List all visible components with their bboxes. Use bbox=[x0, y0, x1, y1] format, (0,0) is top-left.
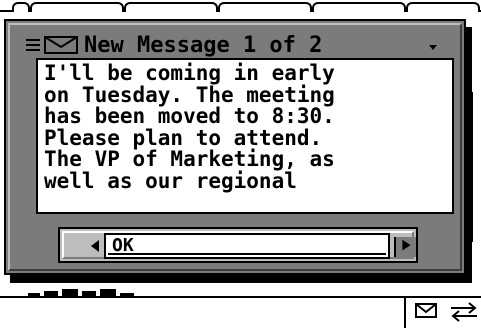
status-bar-divider bbox=[404, 298, 406, 328]
message-line: The VP of Marketing, as bbox=[44, 147, 335, 171]
message-line: on Tuesday. The meeting bbox=[44, 82, 335, 107]
message-line: Please plan to attend. bbox=[44, 125, 323, 150]
dialog-title: New Message 1 of 2 bbox=[84, 33, 323, 58]
left-arrow-icon[interactable] bbox=[88, 238, 102, 254]
envelope-icon bbox=[44, 36, 78, 54]
right-arrow-icon bbox=[402, 239, 411, 251]
message-text: I'll be coming in early on Tuesday. The m… bbox=[44, 61, 452, 193]
right-arrow-button[interactable] bbox=[394, 237, 416, 257]
background-text-fragment-glyphs bbox=[28, 289, 134, 296]
background-tab bbox=[312, 2, 406, 12]
message-line: well as our regional bbox=[44, 168, 297, 193]
swap-arrows-icon[interactable] bbox=[449, 302, 479, 322]
background-tab bbox=[124, 2, 218, 12]
background-tab bbox=[406, 2, 480, 12]
message-line: I'll be coming in early bbox=[44, 61, 335, 85]
dropdown-arrow-icon[interactable] bbox=[426, 40, 440, 54]
ok-button[interactable]: OK bbox=[104, 233, 390, 259]
envelope-icon[interactable] bbox=[415, 303, 437, 318]
message-body[interactable]: I'll be coming in early on Tuesday. The m… bbox=[36, 58, 454, 214]
background-tab bbox=[30, 2, 124, 12]
background-tab bbox=[218, 2, 312, 12]
message-line: has been moved to 8:30. bbox=[44, 104, 335, 128]
background-scrollbar bbox=[471, 92, 481, 242]
status-bar bbox=[0, 296, 481, 330]
ok-button-label: OK bbox=[112, 235, 134, 256]
menu-lines-icon[interactable] bbox=[26, 38, 40, 52]
background-tab bbox=[12, 2, 30, 12]
background-text-fragment bbox=[26, 284, 186, 296]
